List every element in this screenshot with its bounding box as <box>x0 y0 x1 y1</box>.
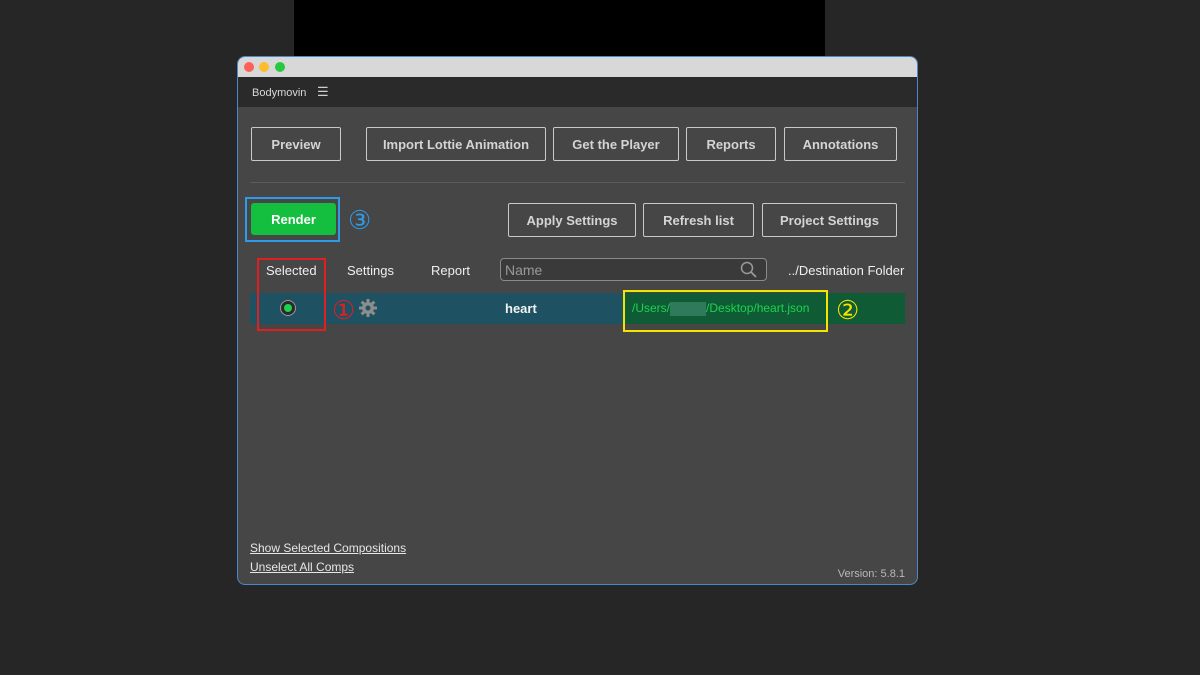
import-lottie-animation-button[interactable]: Import Lottie Animation <box>366 127 546 161</box>
zoom-window-button[interactable] <box>275 62 285 72</box>
get-the-player-button[interactable]: Get the Player <box>553 127 679 161</box>
window-titlebar <box>238 57 917 77</box>
annotation-number-2: ② <box>836 295 860 325</box>
column-header-report: Report <box>431 263 471 278</box>
minimize-window-button[interactable] <box>259 62 269 72</box>
annotation-box-selected <box>257 258 326 331</box>
version-label: Version: 5.8.1 <box>837 568 905 580</box>
composition-search-input[interactable] <box>500 258 767 281</box>
apply-settings-button[interactable]: Apply Settings <box>508 203 636 237</box>
hamburger-menu-icon[interactable]: ☰ <box>317 84 329 100</box>
show-selected-compositions-link[interactable]: Show Selected Compositions <box>250 541 406 555</box>
preview-button[interactable]: Preview <box>251 127 341 161</box>
close-window-button[interactable] <box>244 62 254 72</box>
reports-button[interactable]: Reports <box>686 127 776 161</box>
toolbar-divider <box>250 182 905 183</box>
annotations-button[interactable]: Annotations <box>784 127 897 161</box>
annotation-box-render <box>245 197 340 242</box>
annotation-number-1: ① <box>332 295 356 325</box>
composition-name: heart <box>505 301 537 316</box>
bodymovin-window: Bodymovin ☰ Preview Import Lottie Animat… <box>238 57 917 584</box>
annotation-number-3: ③ <box>348 205 372 235</box>
annotation-box-destination <box>623 290 828 332</box>
column-header-destination-folder: ../Destination Folder <box>788 263 905 278</box>
panel-header: Bodymovin ☰ <box>238 77 917 107</box>
background-black-area <box>294 0 825 58</box>
panel-title: Bodymovin <box>252 87 307 99</box>
gear-icon[interactable] <box>358 298 378 318</box>
project-settings-button[interactable]: Project Settings <box>762 203 897 237</box>
column-header-settings: Settings <box>347 263 394 278</box>
refresh-list-button[interactable]: Refresh list <box>643 203 754 237</box>
search-icon <box>740 261 757 278</box>
unselect-all-comps-link[interactable]: Unselect All Comps <box>250 560 354 574</box>
